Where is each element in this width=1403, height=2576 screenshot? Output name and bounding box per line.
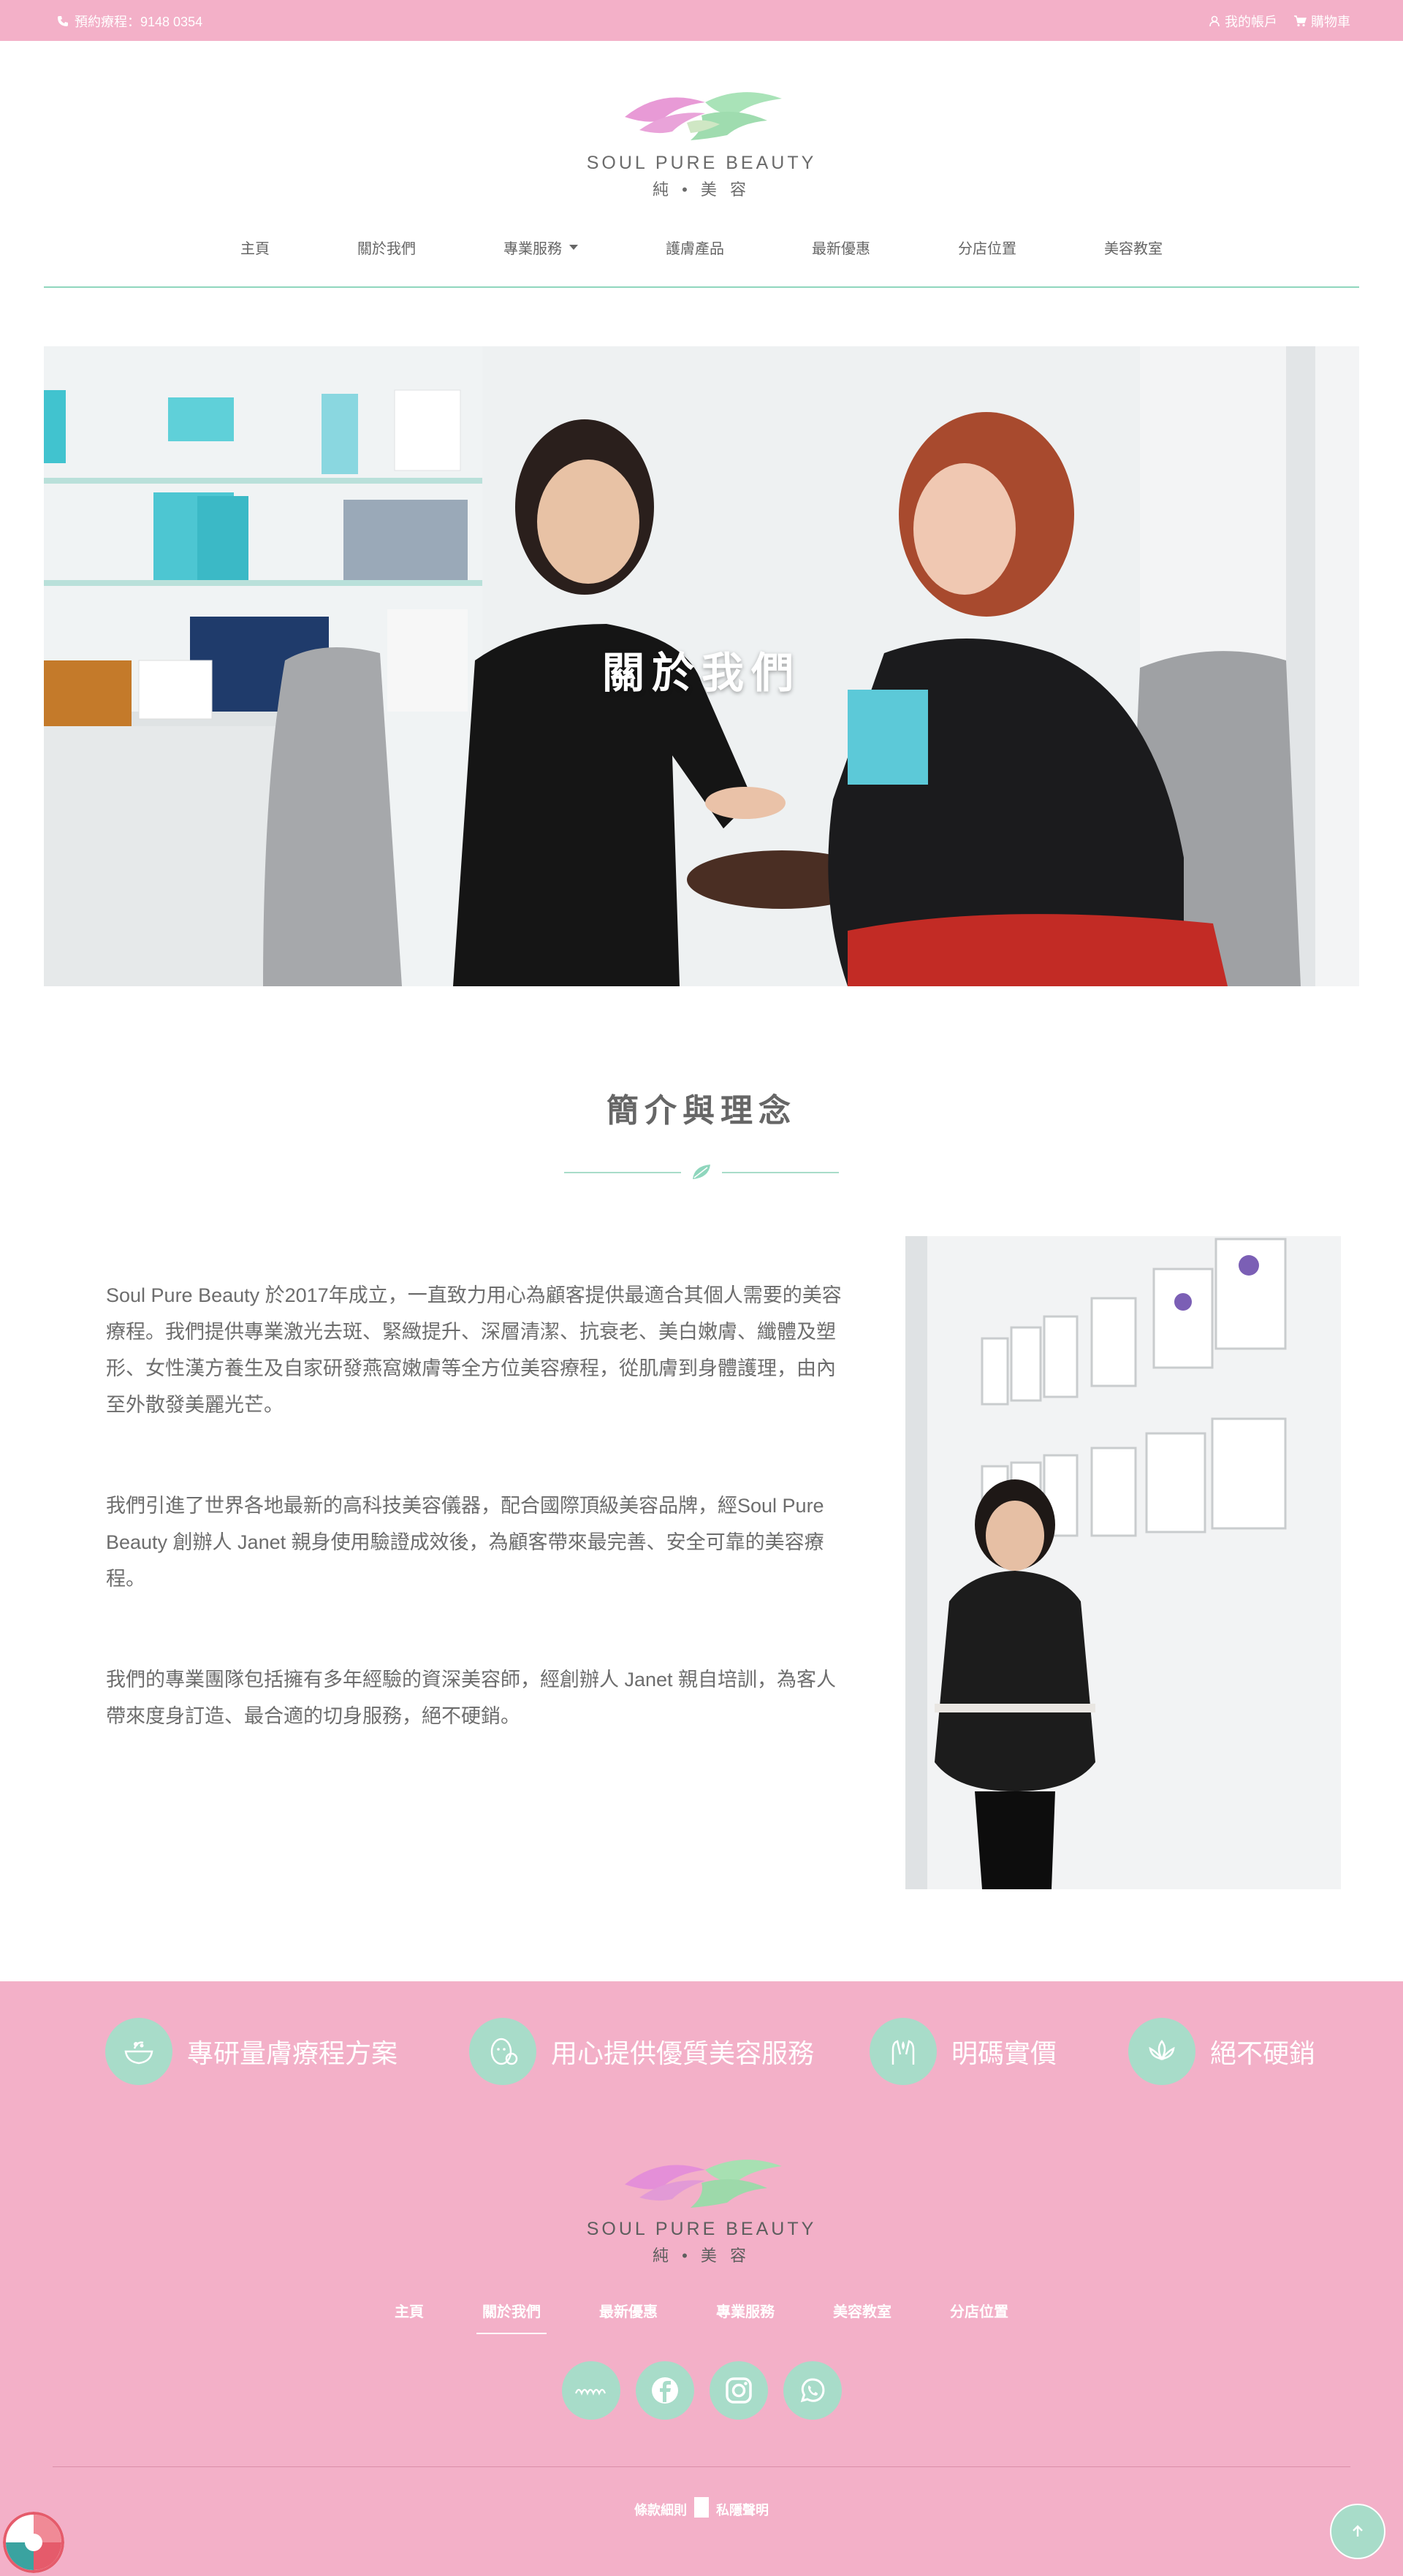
nav-item-locations[interactable]: 分店位置 — [914, 226, 1060, 268]
intro-paragraph-1: Soul Pure Beauty 於2017年成立，一直致力用心為顧客提供最適合… — [106, 1284, 842, 1416]
wing-logo-icon — [625, 92, 782, 140]
privacy-link[interactable]: 私隱聲明 — [709, 2500, 776, 2519]
feature-item: 專研量膚療程方案 — [105, 2018, 398, 2085]
main-nav: 主頁 關於我們 專業服務 護膚產品 最新優惠 分店位置 美容教室 — [44, 226, 1359, 288]
intro-text: Soul Pure Beauty 於2017年成立，一直致力用心為顧客提供最適合… — [106, 1277, 844, 1799]
feature-label: 專研量膚療程方案 — [187, 2038, 398, 2068]
lotus-icon — [1128, 2018, 1195, 2085]
nav-item-services[interactable]: 專業服務 — [460, 226, 622, 268]
nav-label: 最新優惠 — [812, 241, 870, 257]
back-to-top-button[interactable] — [1330, 2504, 1385, 2559]
feature-item: 絕不硬銷 — [1128, 2018, 1315, 2085]
wing-logo-icon — [625, 2160, 782, 2208]
hero-title: 關於我們 — [601, 649, 801, 697]
face-care-icon — [469, 2018, 536, 2085]
footer-brand-name-en: SOUL PURE BEAUTY — [586, 2219, 817, 2239]
chat-widget-icon — [3, 2512, 64, 2573]
caret-down-icon — [569, 245, 578, 250]
intro-paragraph-2: 我們引進了世界各地最新的高科技美容儀器，配合國際頂級美容品牌，經Soul Pur… — [106, 1495, 824, 1590]
terms-link[interactable]: 條款細則 — [627, 2500, 694, 2519]
intro-paragraph-3: 我們的專業團隊包括擁有多年經驗的資深美容師，經創辦人 Janet 親自培訓，為客… — [106, 1669, 837, 1727]
feature-item: 明碼實價 — [870, 2018, 1057, 2085]
whatsapp-icon[interactable] — [783, 2361, 842, 2420]
nav-item-about[interactable]: 關於我們 — [313, 226, 460, 268]
footer-nav-locations[interactable]: 分店位置 — [921, 2294, 1038, 2327]
footer-divider — [53, 2466, 1350, 2467]
brand-name-en: SOUL PURE BEAUTY — [586, 153, 817, 173]
nav-label: 專業服務 — [503, 241, 562, 257]
chat-widget-button[interactable] — [3, 2512, 64, 2573]
facebook-icon[interactable] — [635, 2361, 694, 2420]
hands-icon — [870, 2018, 937, 2085]
nav-item-home[interactable]: 主頁 — [197, 226, 313, 268]
footer-nav-offers[interactable]: 最新優惠 — [570, 2294, 687, 2327]
footer-nav-home[interactable]: 主頁 — [365, 2294, 453, 2327]
leaf-divider — [564, 1165, 839, 1179]
section-title: 簡介與理念 — [607, 1093, 796, 1129]
footer-nav-classroom[interactable]: 美容教室 — [804, 2294, 921, 2327]
hero-banner: 關於我們 — [44, 346, 1359, 986]
footer-brand-name-zh: 純 • 美 容 — [652, 2247, 751, 2265]
footer-nav: 主頁 關於我們 最新優惠 專業服務 美容教室 分店位置 — [0, 2294, 1403, 2334]
legal-separator — [694, 2497, 709, 2518]
instagram-icon[interactable] — [709, 2361, 768, 2420]
cart-label: 購物車 — [1311, 15, 1350, 29]
brand-name-zh: 純 • 美 容 — [652, 180, 751, 199]
nav-label: 關於我們 — [357, 241, 416, 257]
header-logo[interactable]: SOUL PURE BEAUTY 純 • 美 容 — [577, 80, 826, 199]
user-icon — [1209, 15, 1220, 27]
booking-phone-text: 預約療程：9148 0354 — [75, 15, 203, 29]
footer-logo[interactable]: SOUL PURE BEAUTY 純 • 美 容 — [574, 2148, 829, 2266]
top-bar: 預約療程：9148 0354 我的帳戶 購物車 — [0, 0, 1403, 41]
nav-label: 主頁 — [240, 241, 270, 257]
booking-phone[interactable]: 預約療程：9148 0354 — [57, 12, 202, 31]
phone-icon — [58, 16, 68, 26]
bowl-icon — [105, 2018, 172, 2085]
cart-icon — [1294, 15, 1307, 27]
feature-item: 用心提供優質美容服務 — [469, 2018, 814, 2085]
nav-label: 分店位置 — [958, 241, 1016, 257]
my-account-label: 我的帳戶 — [1225, 15, 1277, 29]
nav-item-offers[interactable]: 最新優惠 — [768, 226, 914, 268]
nav-label: 護膚產品 — [666, 241, 724, 257]
cart-link[interactable]: 購物車 — [1293, 12, 1350, 31]
feature-label: 用心提供優質美容服務 — [551, 2038, 815, 2068]
social-links — [0, 2361, 1403, 2420]
my-account-link[interactable]: 我的帳戶 — [1209, 12, 1277, 31]
nav-item-products[interactable]: 護膚產品 — [622, 226, 768, 268]
legal-links: 條款細則 私隱聲明 — [0, 2497, 1403, 2519]
arrow-up-icon — [1353, 2525, 1363, 2537]
footer-nav-services[interactable]: 專業服務 — [687, 2294, 804, 2327]
feature-label: 絕不硬銷 — [1210, 2038, 1316, 2068]
footer-nav-about[interactable]: 關於我們 — [453, 2294, 570, 2334]
openrice-icon[interactable] — [561, 2361, 620, 2420]
nav-label: 美容教室 — [1104, 241, 1163, 257]
founder-photo — [905, 1236, 1341, 1889]
feature-label: 明碼實價 — [951, 2038, 1057, 2068]
nav-item-classroom[interactable]: 美容教室 — [1060, 226, 1206, 268]
